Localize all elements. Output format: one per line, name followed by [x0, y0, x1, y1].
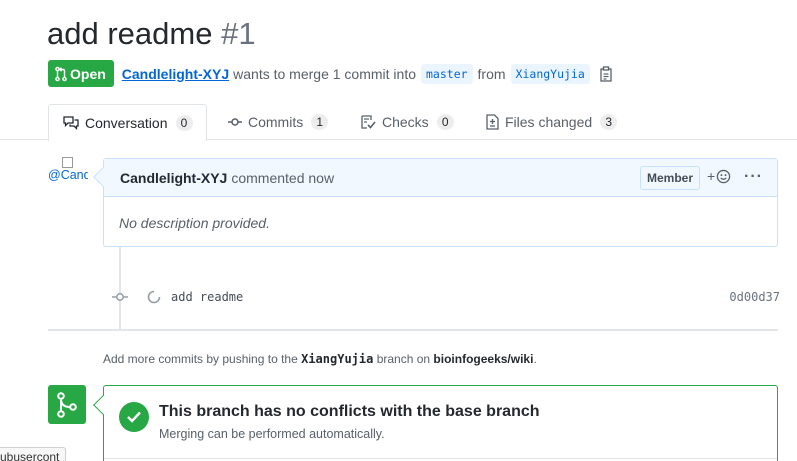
- smiley-icon: [716, 169, 731, 183]
- merge-status-box: This branch has no conflicts with the ba…: [93, 385, 778, 461]
- tab-checks-count: 0: [436, 114, 454, 130]
- tab-conversation-count: 0: [175, 115, 193, 131]
- status-label: Open: [70, 65, 106, 82]
- tab-conversation[interactable]: Conversation 0: [48, 104, 207, 141]
- merge-box-separator: [104, 458, 777, 459]
- comment-box: Candlelight-XYJ commented now Member + ·…: [93, 158, 778, 247]
- browser-status-url: ubusercont: [0, 447, 67, 461]
- pr-title: add readme #1: [47, 16, 256, 52]
- hint-branch: XiangYujia: [301, 352, 374, 366]
- pr-title-text: add readme: [47, 16, 213, 51]
- git-merge-icon: [48, 385, 86, 424]
- broken-image-icon: [62, 157, 73, 168]
- tab-commits-label: Commits: [248, 114, 304, 130]
- comment-timestamp[interactable]: commented now: [231, 170, 334, 186]
- git-pull-request-icon: [55, 66, 67, 81]
- pr-number: #1: [221, 16, 256, 51]
- tab-commits-count: 1: [311, 114, 329, 130]
- avatar[interactable]: @Candlelight: [48, 157, 88, 197]
- check-circle-icon: [119, 402, 149, 432]
- pr-author-link[interactable]: Candlelight-XYJ: [122, 66, 229, 82]
- tab-checks-label: Checks: [382, 114, 429, 130]
- tab-conversation-label: Conversation: [85, 115, 168, 131]
- hint-repo: bioinfogeeks/wiki: [433, 352, 534, 366]
- tab-files-changed-label: Files changed: [505, 114, 593, 130]
- tab-files-changed[interactable]: Files changed 3: [486, 104, 618, 140]
- checklist-icon: [361, 114, 376, 129]
- base-branch-label[interactable]: master: [421, 63, 473, 84]
- add-reaction-button[interactable]: +: [707, 168, 731, 184]
- tab-checks[interactable]: Checks 0: [361, 104, 454, 140]
- comment-header: Candlelight-XYJ commented now Member + ·…: [93, 159, 777, 197]
- commit-sha-link[interactable]: 0d00d37: [729, 290, 780, 304]
- head-branch-label[interactable]: XiangYujia: [510, 63, 590, 84]
- hint-suffix: .: [533, 352, 537, 366]
- push-hint: Add more commits by pushing to the Xiang…: [103, 352, 537, 366]
- pr-meta: Open Candlelight-XYJ wants to merge 1 co…: [48, 60, 613, 87]
- from-text: from: [477, 65, 506, 82]
- file-diff-icon: [486, 114, 499, 130]
- commit-message-link[interactable]: add readme: [171, 290, 243, 304]
- comment-body: No description provided.: [119, 215, 270, 231]
- git-commit-icon: [228, 118, 242, 126]
- pr-tabs: Conversation 0 Commits 1 Checks 0 Files …: [0, 104, 797, 141]
- copy-branch-icon[interactable]: [599, 65, 613, 82]
- timeline-divider: [48, 329, 778, 331]
- merge-status-title: This branch has no conflicts with the ba…: [159, 403, 540, 420]
- tab-files-changed-count: 3: [600, 114, 618, 130]
- plus-icon: +: [707, 168, 716, 184]
- merge-status-subtitle: Merging can be performed automatically.: [159, 427, 385, 441]
- timeline-commit: add readme 0d00d37: [110, 287, 780, 307]
- hint-middle: branch on: [376, 352, 431, 366]
- status-badge: Open: [48, 60, 114, 87]
- pending-status-icon[interactable]: [147, 290, 161, 304]
- merge-box-caret: [93, 395, 113, 415]
- comment-caret: [93, 167, 113, 187]
- merge-text: wants to merge 1 commit into: [233, 65, 416, 82]
- kebab-horizontal-icon[interactable]: ···: [744, 168, 763, 186]
- git-commit-icon: [112, 293, 128, 301]
- avatar-alt-text: @Candlelight: [48, 168, 88, 182]
- hint-prefix: Add more commits by pushing to the: [103, 352, 298, 366]
- comment-author-link[interactable]: Candlelight-XYJ: [120, 170, 227, 186]
- member-badge: Member: [640, 166, 701, 190]
- comment-discussion-icon: [63, 116, 79, 130]
- tab-commits[interactable]: Commits 1: [228, 104, 329, 140]
